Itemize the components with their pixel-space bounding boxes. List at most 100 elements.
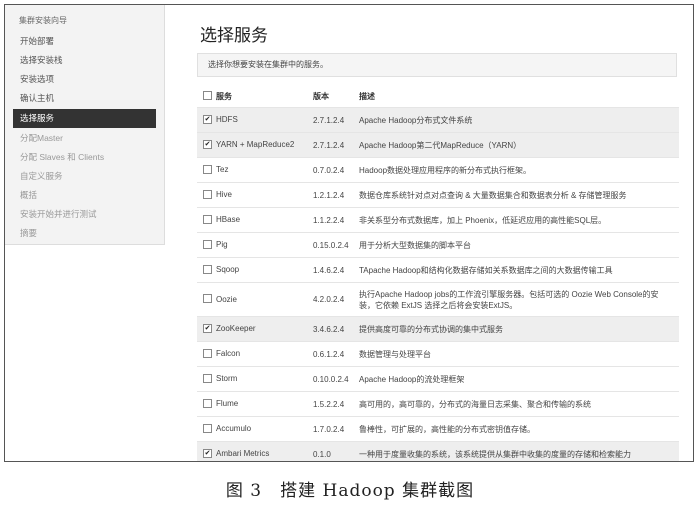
service-checkbox[interactable]	[203, 373, 212, 383]
table-row[interactable]: ✔ Ambari Metrics 0.1.0 一种用于度量收集的系统，该系统提供从集群…	[197, 441, 679, 461]
table-row[interactable]: Tez 0.7.0.2.4 Hadoop数据处理应用程序的新分布式执行框架。	[197, 157, 679, 183]
table-row[interactable]: ✔ HDFS 2.7.1.2.4 Apache Hadoop分布式文件系统	[197, 107, 679, 133]
table-row[interactable]: Hive 1.2.1.2.4 数据仓库系统针对点对点查询 & 大量数据集合和数据表分…	[197, 182, 679, 208]
sidebar-step[interactable]: 确认主机	[5, 89, 164, 108]
service-description: Apache Hadoop第二代MapReduce（YARN）	[353, 132, 679, 158]
service-checkbox[interactable]: ✔	[203, 139, 212, 149]
service-checkbox[interactable]	[203, 348, 212, 358]
service-description: 执行Apache Hadoop jobs的工作流引擎服务器。包括可选的 Oozi…	[353, 282, 679, 317]
service-description: Hadoop数据处理应用程序的新分布式执行框架。	[353, 157, 679, 183]
service-cell: Sqoop	[197, 257, 307, 283]
figure-caption: 图 3 搭建 Hadoop 集群截图	[225, 481, 475, 501]
sidebar-title: 集群安装向导	[19, 16, 67, 25]
table-row[interactable]: Accumulo 1.7.0.2.4 鲁棒性，可扩展的，高性能的分布式密钥值存储。	[197, 416, 679, 442]
main-panel: 选择服务 选择你想要安装在集群中的服务。 服务 版本 描述 ✔ HDFS 2.7.1…	[185, 5, 693, 461]
service-name: Falcon	[216, 349, 241, 359]
wizard-sidebar: 集群安装向导 开始部署 选择安装栈 安装选项 确认主机 选择服务 分配Master 分配 S…	[5, 5, 165, 245]
service-name: Sqoop	[216, 265, 240, 275]
table-row[interactable]: Sqoop 1.4.6.2.4 TApache Hadoop和结构化数据存储如关系数…	[197, 257, 679, 283]
table-row[interactable]: Storm 0.10.0.2.4 Apache Hadoop的流处理框架	[197, 366, 679, 392]
service-name: ZooKeeper	[216, 324, 256, 334]
services-table: 服务 版本 描述 ✔ HDFS 2.7.1.2.4 Apache Hadoop分布式文…	[197, 85, 679, 461]
service-checkbox[interactable]	[203, 398, 212, 408]
service-cell: ✔ ZooKeeper	[197, 316, 307, 342]
header-description: 描述	[359, 91, 375, 101]
service-version: 2.7.1.2.4	[307, 132, 353, 158]
header-service-label: 服务	[216, 91, 232, 101]
service-checkbox[interactable]: ✔	[203, 448, 212, 458]
service-description: 非关系型分布式数据库，加上 Phoenix，低延迟应用的高性能SQL层。	[353, 207, 679, 233]
service-name: Flume	[216, 399, 239, 409]
sidebar-step[interactable]: 分配Master	[5, 129, 164, 148]
page-title: 选择服务	[200, 26, 268, 46]
service-checkbox[interactable]	[203, 423, 212, 433]
service-cell: Flume	[197, 391, 307, 417]
service-name: Accumulo	[216, 424, 252, 434]
service-version: 1.1.2.2.4	[307, 207, 353, 233]
sidebar-step[interactable]: 分配 Slaves 和 Clients	[5, 148, 164, 167]
service-description: Apache Hadoop的流处理框架	[353, 366, 679, 392]
wizard-steps: 开始部署 选择安装栈 安装选项 确认主机 选择服务 分配Master 分配 Slaves 和…	[5, 32, 164, 243]
service-description: 数据仓库系统针对点对点查询 & 大量数据集合和数据表分析 & 存储管理服务	[353, 182, 679, 208]
service-version: 0.10.0.2.4	[307, 366, 353, 392]
service-version: 1.4.6.2.4	[307, 257, 353, 283]
service-name: Hive	[216, 190, 233, 200]
sidebar-step[interactable]: 安装开始并进行测试	[5, 205, 164, 224]
service-name: YARN + MapReduce2	[216, 140, 295, 150]
service-description: 高可用的，高可靠的，分布式的海量日志采集、聚合和传输的系统	[353, 391, 679, 417]
service-name: Pig	[216, 240, 228, 250]
table-row[interactable]: Falcon 0.6.1.2.4 数据管理与处理平台	[197, 341, 679, 367]
sidebar-step[interactable]: 概括	[5, 186, 164, 205]
service-checkbox[interactable]	[203, 294, 212, 304]
service-version: 0.1.0	[307, 441, 353, 461]
service-checkbox[interactable]	[203, 264, 212, 274]
service-checkbox[interactable]	[203, 164, 212, 174]
service-description: 鲁棒性，可扩展的，高性能的分布式密钥值存储。	[353, 416, 679, 442]
service-name: HDFS	[216, 115, 238, 125]
service-cell: Tez	[197, 157, 307, 183]
service-checkbox[interactable]: ✔	[203, 114, 212, 124]
header-service: 服务	[197, 85, 307, 108]
service-name: Tez	[216, 165, 229, 175]
service-version: 0.15.0.2.4	[307, 232, 353, 258]
table-row[interactable]: ✔ YARN + MapReduce2 2.7.1.2.4 Apache Hadoop…	[197, 132, 679, 158]
sidebar-step[interactable]: 自定义服务	[5, 167, 164, 186]
service-version: 1.5.2.2.4	[307, 391, 353, 417]
sidebar-step[interactable]: 选择服务	[13, 109, 156, 128]
service-cell: Oozie	[197, 282, 307, 317]
service-cell: Hive	[197, 182, 307, 208]
services-list: ✔ HDFS 2.7.1.2.4 Apache Hadoop分布式文件系统 ✔ YARN …	[197, 107, 679, 461]
header-version: 版本	[313, 91, 329, 101]
service-name: Storm	[216, 374, 238, 384]
sidebar-step[interactable]: 安装选项	[5, 70, 164, 89]
sidebar-step[interactable]: 选择安装栈	[5, 51, 164, 70]
service-version: 4.2.0.2.4	[307, 282, 353, 317]
table-row[interactable]: Oozie 4.2.0.2.4 执行Apache Hadoop jobs的工作流引擎…	[197, 282, 679, 317]
service-cell: Accumulo	[197, 416, 307, 442]
service-version: 3.4.6.2.4	[307, 316, 353, 342]
service-cell: HBase	[197, 207, 307, 233]
service-description: 数据管理与处理平台	[353, 341, 679, 367]
table-row[interactable]: HBase 1.1.2.2.4 非关系型分布式数据库，加上 Phoenix，低延迟应…	[197, 207, 679, 233]
service-version: 1.2.1.2.4	[307, 182, 353, 208]
service-description: Apache Hadoop分布式文件系统	[353, 107, 679, 133]
table-row[interactable]: ✔ ZooKeeper 3.4.6.2.4 提供高度可靠的分布式协调的集中式服务	[197, 316, 679, 342]
service-checkbox[interactable]	[203, 189, 212, 199]
sidebar-step[interactable]: 开始部署	[5, 32, 164, 51]
service-name: HBase	[216, 215, 241, 225]
select-all-checkbox[interactable]	[203, 90, 212, 100]
service-version: 2.7.1.2.4	[307, 107, 353, 133]
service-name: Oozie	[216, 295, 237, 304]
service-checkbox[interactable]: ✔	[203, 323, 212, 333]
service-description: 一种用于度量收集的系统，该系统提供从集群中收集的度量的存储和检索能力	[353, 441, 679, 461]
sidebar-step[interactable]: 摘要	[5, 224, 164, 243]
service-checkbox[interactable]	[203, 239, 212, 249]
table-row[interactable]: Flume 1.5.2.2.4 高可用的，高可靠的，分布式的海量日志采集、聚合和传输…	[197, 391, 679, 417]
info-notice: 选择你想要安装在集群中的服务。	[197, 53, 677, 77]
service-name: Ambari Metrics	[216, 449, 270, 459]
table-row[interactable]: Pig 0.15.0.2.4 用于分析大型数据集的脚本平台	[197, 232, 679, 258]
service-version: 1.7.0.2.4	[307, 416, 353, 442]
service-cell: ✔ YARN + MapReduce2	[197, 132, 307, 158]
service-checkbox[interactable]	[203, 214, 212, 224]
service-description: 提供高度可靠的分布式协调的集中式服务	[353, 316, 679, 342]
